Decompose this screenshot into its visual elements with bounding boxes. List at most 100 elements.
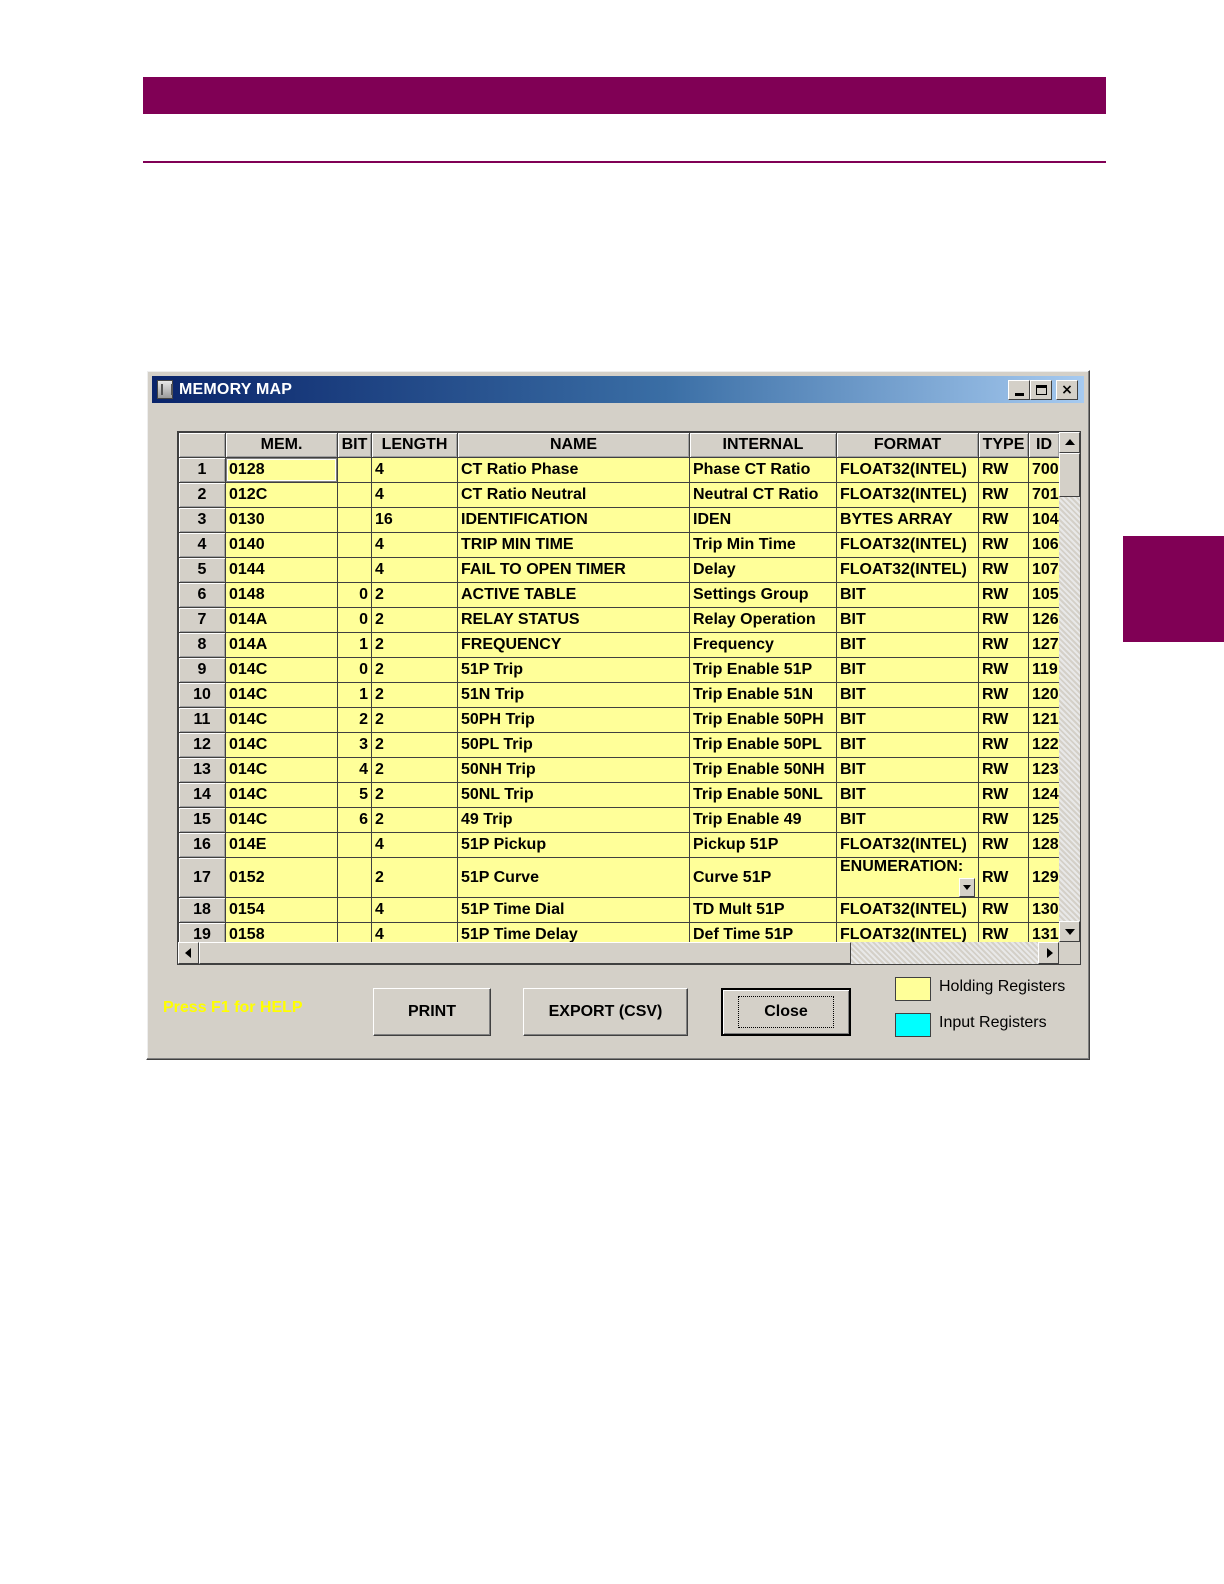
scroll-left-arrow-icon[interactable] [178, 942, 199, 964]
type-cell[interactable]: RW [978, 682, 1029, 708]
print-button[interactable]: PRINT [373, 988, 491, 1036]
length-cell[interactable]: 2 [371, 807, 458, 833]
bit-cell[interactable]: 0 [337, 607, 372, 633]
format-cell[interactable]: BIT [836, 732, 979, 758]
column-header-mem[interactable]: MEM. [225, 432, 338, 458]
type-cell[interactable]: RW [978, 707, 1029, 733]
mem-cell[interactable]: 0130 [225, 507, 338, 533]
format-cell[interactable]: BIT [836, 807, 979, 833]
internal-cell[interactable]: Trip Enable 50PH [689, 707, 837, 733]
id-cell[interactable]: 130 [1028, 897, 1060, 923]
mem-cell[interactable]: 014E [225, 832, 338, 858]
column-header-internal[interactable]: INTERNAL [689, 432, 837, 458]
bit-cell[interactable] [337, 557, 372, 583]
mem-cell[interactable]: 014A [225, 632, 338, 658]
row-number[interactable]: 7 [178, 607, 226, 633]
bit-cell[interactable]: 1 [337, 632, 372, 658]
type-cell[interactable]: RW [978, 757, 1029, 783]
length-cell[interactable]: 4 [371, 832, 458, 858]
internal-cell[interactable]: Curve 51P [689, 857, 837, 898]
row-number[interactable]: 5 [178, 557, 226, 583]
row-number[interactable]: 3 [178, 507, 226, 533]
length-cell[interactable]: 2 [371, 657, 458, 683]
scroll-right-arrow-icon[interactable] [1038, 942, 1059, 964]
internal-cell[interactable]: Trip Enable 51N [689, 682, 837, 708]
internal-cell[interactable]: Neutral CT Ratio [689, 482, 837, 508]
row-number[interactable]: 10 [178, 682, 226, 708]
length-cell[interactable]: 2 [371, 632, 458, 658]
horizontal-scroll-thumb[interactable] [199, 942, 851, 964]
length-cell[interactable]: 2 [371, 582, 458, 608]
close-window-button[interactable]: × [1056, 380, 1078, 400]
mem-cell[interactable]: 014C [225, 682, 338, 708]
bit-cell[interactable] [337, 457, 372, 483]
mem-cell[interactable]: 014C [225, 732, 338, 758]
table-row[interactable]: 15 014C 6 2 49 Trip Trip Enable 49 BIT RW 125 [178, 807, 1060, 833]
bit-cell[interactable] [337, 897, 372, 923]
name-cell[interactable]: FAIL TO OPEN TIMER [457, 557, 690, 583]
id-cell[interactable]: 701 [1028, 482, 1060, 508]
table-row[interactable]: 12 014C 3 2 50PL Trip Trip Enable 50PL BIT RW 12… [178, 732, 1060, 758]
id-cell[interactable]: 119 [1028, 657, 1060, 683]
length-cell[interactable]: 4 [371, 457, 458, 483]
format-cell[interactable]: ENUMERATION: [836, 857, 979, 898]
format-cell[interactable]: BIT [836, 632, 979, 658]
name-cell[interactable]: 50PL Trip [457, 732, 690, 758]
table-row[interactable]: 3 0130 16 IDENTIFICATION IDEN BYTES ARRAY RW 10… [178, 507, 1060, 533]
internal-cell[interactable]: Trip Enable 50NH [689, 757, 837, 783]
table-row[interactable]: 8 014A 1 2 FREQUENCY Frequency BIT RW 127 [178, 632, 1060, 658]
bit-cell[interactable] [337, 832, 372, 858]
internal-cell[interactable]: Settings Group [689, 582, 837, 608]
dropdown-arrow-icon[interactable] [959, 878, 975, 897]
export-csv-button[interactable]: EXPORT (CSV) [523, 988, 688, 1036]
name-cell[interactable]: RELAY STATUS [457, 607, 690, 633]
table-row[interactable]: 2 012C 4 CT Ratio Neutral Neutral CT Ratio FL… [178, 482, 1060, 508]
table-row[interactable]: 5 0144 4 FAIL TO OPEN TIMER Delay FLOAT32(INT… [178, 557, 1060, 583]
id-cell[interactable]: 128 [1028, 832, 1060, 858]
table-row[interactable]: 1 0128 4 CT Ratio Phase Phase CT Ratio FLOAT3… [178, 457, 1060, 483]
mem-cell[interactable]: 014C [225, 657, 338, 683]
type-cell[interactable]: RW [978, 857, 1029, 898]
column-header-bit[interactable]: BIT [337, 432, 372, 458]
type-cell[interactable]: RW [978, 607, 1029, 633]
id-cell[interactable]: 123 [1028, 757, 1060, 783]
scroll-up-arrow-icon[interactable] [1059, 432, 1080, 453]
name-cell[interactable]: 51P Trip [457, 657, 690, 683]
type-cell[interactable]: RW [978, 782, 1029, 808]
table-row[interactable]: 18 0154 4 51P Time Dial TD Mult 51P FLOAT32(I… [178, 897, 1060, 923]
id-cell[interactable]: 124 [1028, 782, 1060, 808]
type-cell[interactable]: RW [978, 457, 1029, 483]
length-cell[interactable]: 4 [371, 532, 458, 558]
table-row[interactable]: 9 014C 0 2 51P Trip Trip Enable 51P BIT RW 119 [178, 657, 1060, 683]
name-cell[interactable]: ACTIVE TABLE [457, 582, 690, 608]
type-cell[interactable]: RW [978, 507, 1029, 533]
vertical-scroll-thumb[interactable] [1059, 453, 1080, 497]
bit-cell[interactable]: 0 [337, 582, 372, 608]
id-cell[interactable]: 120 [1028, 682, 1060, 708]
mem-cell[interactable]: 0128 [225, 457, 338, 483]
row-number[interactable]: 8 [178, 632, 226, 658]
table-row[interactable]: 6 0148 0 2 ACTIVE TABLE Settings Group BIT RW 10… [178, 582, 1060, 608]
format-cell[interactable]: FLOAT32(INTEL) [836, 532, 979, 558]
row-number[interactable]: 16 [178, 832, 226, 858]
row-number[interactable]: 12 [178, 732, 226, 758]
length-cell[interactable]: 4 [371, 482, 458, 508]
table-row[interactable]: 10 014C 1 2 51N Trip Trip Enable 51N BIT RW 120 [178, 682, 1060, 708]
internal-cell[interactable]: Trip Enable 51P [689, 657, 837, 683]
name-cell[interactable]: 51P Curve [457, 857, 690, 898]
mem-cell[interactable]: 0152 [225, 857, 338, 898]
minimize-button[interactable] [1008, 380, 1030, 400]
internal-cell[interactable]: Trip Enable 50NL [689, 782, 837, 808]
id-cell[interactable]: 106 [1028, 532, 1060, 558]
type-cell[interactable]: RW [978, 832, 1029, 858]
length-cell[interactable]: 2 [371, 682, 458, 708]
row-number[interactable]: 13 [178, 757, 226, 783]
format-cell[interactable]: FLOAT32(INTEL) [836, 557, 979, 583]
mem-cell[interactable]: 014C [225, 807, 338, 833]
mem-cell[interactable]: 0148 [225, 582, 338, 608]
internal-cell[interactable]: Trip Enable 49 [689, 807, 837, 833]
length-cell[interactable]: 4 [371, 557, 458, 583]
format-cell[interactable]: BIT [836, 657, 979, 683]
length-cell[interactable]: 2 [371, 707, 458, 733]
type-cell[interactable]: RW [978, 897, 1029, 923]
